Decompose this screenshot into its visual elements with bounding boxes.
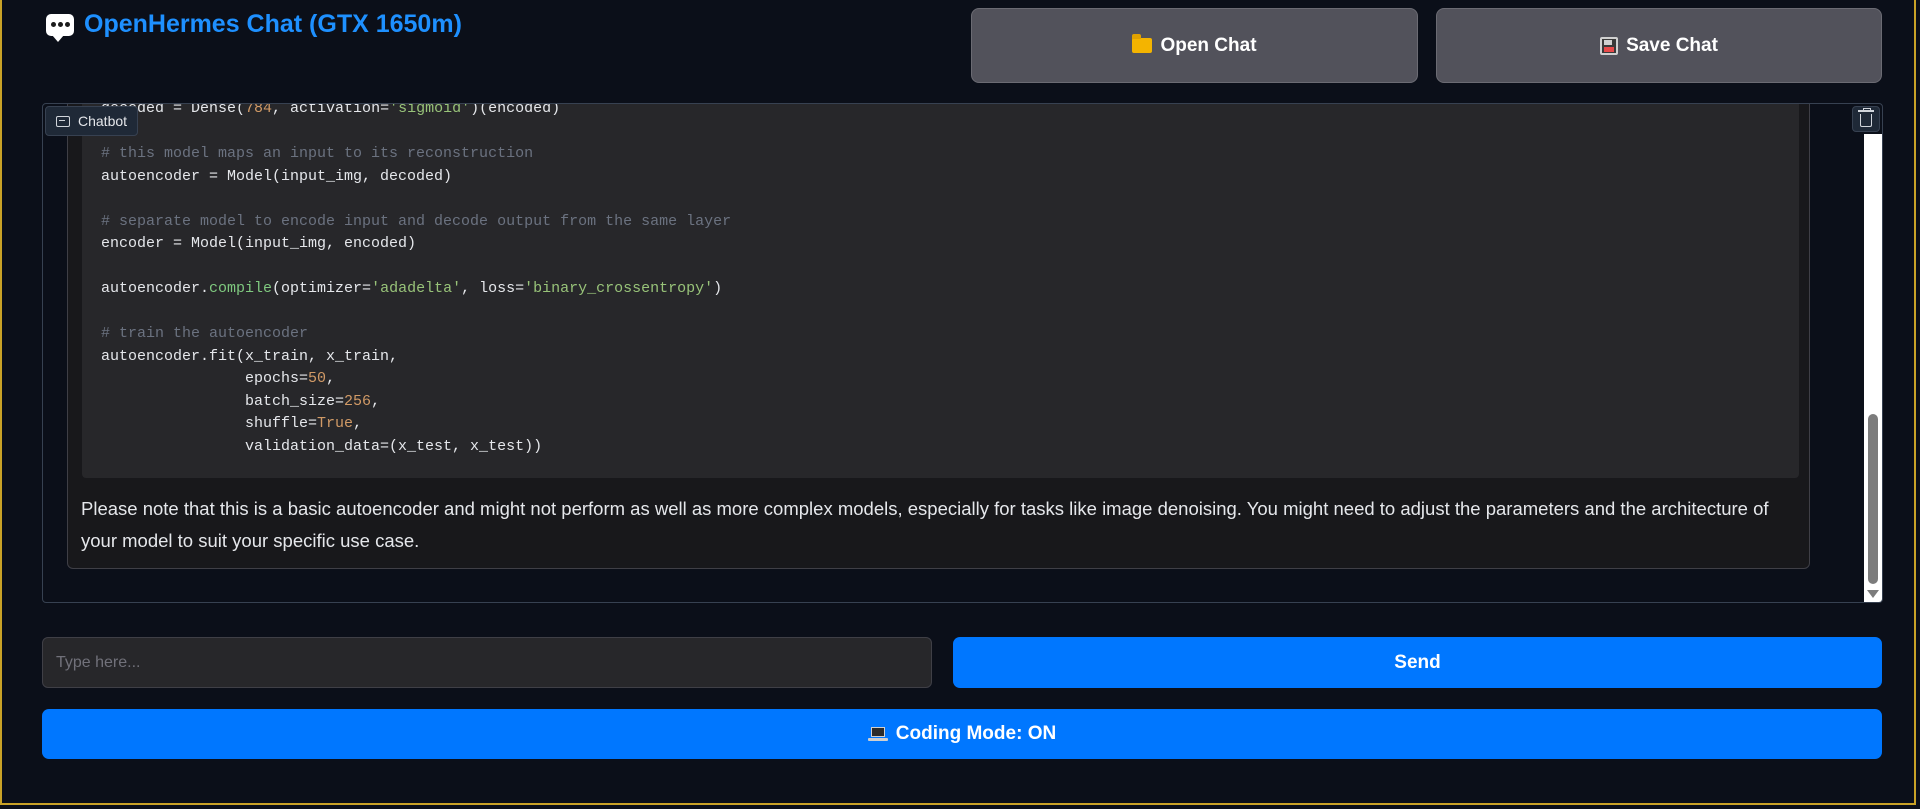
open-folder-icon xyxy=(1132,34,1153,53)
code-token: (optimizer= xyxy=(272,280,372,297)
chat-scrollbar[interactable] xyxy=(1864,134,1882,602)
code-content: decoded = Dense(784, activation='sigmoid… xyxy=(101,103,731,459)
code-line: decoded = Dense(784, activation='sigmoid… xyxy=(101,103,731,121)
page-title: OpenHermes Chat (GTX 1650m) xyxy=(46,10,462,42)
coding-mode-label: Coding Mode: ON xyxy=(895,723,1057,744)
code-token: # train the autoencoder xyxy=(101,325,309,342)
code-token: )(encoded) xyxy=(470,103,561,117)
code-token: compile xyxy=(209,280,273,297)
code-token: 'adadelta' xyxy=(371,280,462,297)
scrollbar-thumb[interactable] xyxy=(1868,414,1878,584)
code-line: # this model maps an input to its recons… xyxy=(101,143,731,166)
chatbot-label-text: Chatbot xyxy=(78,113,128,129)
trash-icon xyxy=(1858,108,1874,127)
open-chat-button[interactable]: Open Chat xyxy=(971,8,1418,83)
code-token: , activation= xyxy=(272,103,390,117)
app-window: OpenHermes Chat (GTX 1650m) Open Chat Sa… xyxy=(0,0,1916,805)
code-token: , xyxy=(353,415,363,432)
message-input[interactable] xyxy=(42,637,932,688)
send-label: Send xyxy=(1394,651,1441,673)
code-token: ) xyxy=(713,280,723,297)
code-token: , xyxy=(326,370,336,387)
code-line: encoder = Model(input_img, encoded) xyxy=(101,233,731,256)
code-line: shuffle=True, xyxy=(101,413,731,436)
code-token: True xyxy=(317,415,354,432)
code-token: # separate model to encode input and dec… xyxy=(101,212,732,230)
open-chat-label: Open Chat xyxy=(1160,34,1257,56)
code-token: autoencoder.fit(x_train, x_train, xyxy=(101,347,399,365)
save-chat-button[interactable]: Save Chat xyxy=(1436,8,1882,83)
code-token: epochs= xyxy=(101,370,309,387)
laptop-icon xyxy=(867,727,888,741)
code-line: validation_data=(x_test, x_test)) xyxy=(101,436,731,459)
code-token: autoencoder = Model(input_img, decoded) xyxy=(101,167,453,185)
scroll-down-arrow-icon[interactable] xyxy=(1867,590,1879,598)
code-token: validation_data=(x_test, x_test)) xyxy=(101,437,543,455)
page-title-text: OpenHermes Chat (GTX 1650m) xyxy=(84,10,462,38)
code-token: shuffle= xyxy=(101,415,318,432)
bot-message: decoded = Dense(784, activation='sigmoid… xyxy=(67,103,1810,569)
code-token: batch_size= xyxy=(101,392,345,410)
code-token: # this model maps an input to its recons… xyxy=(101,145,534,162)
message-text: Please note that this is a basic autoenc… xyxy=(81,498,1769,551)
chatbot-panel[interactable]: Chatbot decoded = Dense(784, activation=… xyxy=(42,103,1883,603)
code-token: 50 xyxy=(308,370,327,387)
code-token: autoencoder. xyxy=(101,280,210,297)
code-token: 256 xyxy=(344,392,372,410)
coding-mode-toggle[interactable]: Coding Mode: ON xyxy=(42,709,1882,759)
floppy-disk-icon xyxy=(1600,36,1619,55)
code-token: , loss= xyxy=(461,280,525,297)
code-token: Dense( xyxy=(191,103,246,117)
code-line: # separate model to encode input and dec… xyxy=(101,211,731,234)
chatbot-label: Chatbot xyxy=(45,106,139,136)
code-token: , xyxy=(371,392,381,410)
code-line: epochs=50, xyxy=(101,368,731,391)
code-token: 784 xyxy=(245,103,273,117)
code-block: decoded = Dense(784, activation='sigmoid… xyxy=(82,103,1799,478)
send-button[interactable]: Send xyxy=(953,637,1882,688)
chat-icon xyxy=(56,115,70,127)
speech-balloon-icon xyxy=(46,13,74,42)
code-line: batch_size=256, xyxy=(101,391,731,414)
code-token: 'sigmoid' xyxy=(389,103,471,117)
clear-chat-button[interactable] xyxy=(1852,106,1880,132)
code-token: 'binary_crossentropy' xyxy=(524,280,714,297)
code-line: autoencoder.compile(optimizer='adadelta'… xyxy=(101,278,731,301)
code-line: autoencoder.fit(x_train, x_train, xyxy=(101,346,731,369)
code-token: encoder = Model(input_img, encoded) xyxy=(101,235,417,252)
code-line: autoencoder = Model(input_img, decoded) xyxy=(101,166,731,189)
code-line: # train the autoencoder xyxy=(101,323,731,346)
save-chat-label: Save Chat xyxy=(1626,34,1718,56)
